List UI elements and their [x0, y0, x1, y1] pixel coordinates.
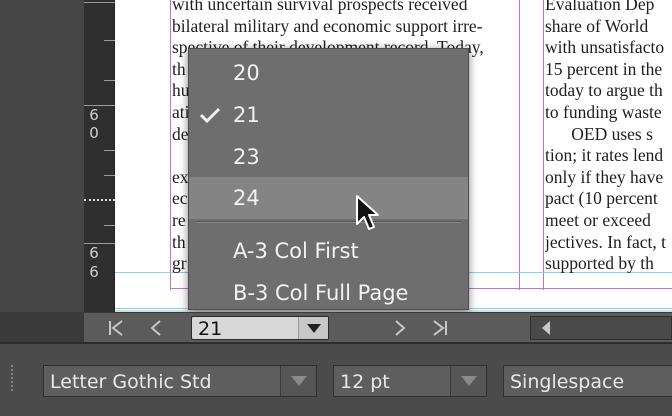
text-frame-right[interactable]: Evaluation Dep share of World with unsatis… — [545, 0, 672, 275]
column-guide — [543, 0, 544, 290]
ruler-label: 6 — [89, 106, 99, 124]
menu-separator — [197, 221, 462, 223]
text-line: pact (10 percent — [545, 188, 658, 209]
ruler-tick — [84, 2, 115, 3]
text-line: share of World — [545, 15, 649, 36]
panel-left-strip — [0, 0, 84, 312]
text-line: only if they have — [545, 166, 664, 187]
mouse-pointer-icon — [356, 195, 379, 230]
text-line: bilateral military and economic support … — [172, 15, 483, 36]
ruler-position-marker — [84, 199, 115, 201]
scroll-left-icon[interactable] — [537, 319, 555, 337]
page-dropdown-button[interactable] — [298, 317, 328, 339]
font-family-value[interactable]: Letter Gothic Std — [50, 369, 212, 395]
page-number-value[interactable]: 21 — [198, 318, 222, 340]
checkmark-icon — [199, 107, 221, 123]
panel-grip-icon[interactable] — [10, 364, 14, 392]
text-line: OED uses s — [545, 123, 653, 144]
ruler-label: 6 — [89, 263, 99, 281]
page-number-field[interactable]: 21 — [191, 316, 329, 340]
text-line: Evaluation Dep — [545, 0, 655, 14]
menu-item-master-b[interactable]: B-3 Col Full Page — [189, 273, 468, 313]
text-line: to funding waste — [545, 101, 662, 122]
last-page-icon[interactable] — [430, 318, 450, 338]
menu-item-label: A-3 Col First — [233, 239, 359, 263]
next-page-icon[interactable] — [390, 318, 410, 338]
text-line: tion; it rates lend — [545, 145, 664, 166]
font-family-field[interactable]: Letter Gothic Std — [43, 365, 317, 397]
menu-item-page-20[interactable]: 20 — [189, 53, 468, 93]
menu-item-label: 23 — [233, 145, 260, 169]
column-guide — [519, 0, 520, 290]
menu-item-label: 20 — [233, 61, 260, 85]
horizontal-scrollbar[interactable] — [530, 316, 672, 340]
text-line: supported by th — [545, 253, 654, 274]
menu-item-master-a[interactable]: A-3 Col First — [189, 231, 468, 271]
page-navigation-bar: 21 — [84, 312, 672, 342]
previous-page-icon[interactable] — [146, 318, 166, 338]
text-line: today to argue th — [545, 80, 663, 101]
first-page-icon[interactable] — [106, 318, 126, 338]
font-size-dropdown[interactable] — [450, 366, 486, 396]
menu-item-page-23[interactable]: 23 — [189, 137, 468, 177]
ruler-tick — [104, 150, 115, 151]
line-spacing-field[interactable]: Singlespace — [503, 365, 672, 397]
ruler-label: 0 — [89, 124, 99, 142]
control-panel: Letter Gothic Std 12 pt Singlespace — [0, 342, 672, 416]
ruler-tick — [104, 80, 115, 81]
menu-item-page-21[interactable]: 21 — [189, 95, 468, 135]
menu-item-label: B-3 Col Full Page — [233, 281, 409, 305]
text-line: jectives. In fact, t — [545, 231, 666, 252]
ruler-tick — [104, 175, 115, 176]
menu-item-label: 21 — [233, 103, 260, 127]
ruler-tick — [104, 40, 115, 41]
vertical-ruler[interactable]: 6 0 6 6 — [84, 0, 115, 312]
page-popup-menu[interactable]: 20 21 23 24 A-3 Col First B-3 Col Full P… — [188, 48, 469, 310]
chevron-down-icon — [307, 324, 321, 333]
text-line: with uncertain survival prospects receiv… — [172, 0, 468, 14]
text-line: meet or exceed — [545, 209, 651, 230]
ruler-tick — [104, 225, 115, 226]
font-family-dropdown[interactable] — [280, 366, 316, 396]
margin-guide — [170, 0, 171, 290]
chevron-down-icon — [291, 376, 307, 386]
font-size-value[interactable]: 12 pt — [340, 369, 390, 395]
menu-item-page-24[interactable]: 24 — [189, 177, 468, 219]
chevron-down-icon — [461, 376, 477, 386]
line-spacing-value[interactable]: Singlespace — [510, 369, 624, 395]
ruler-label: 6 — [89, 244, 99, 262]
text-line: 15 percent in the — [545, 58, 663, 79]
font-size-field[interactable]: 12 pt — [333, 365, 487, 397]
ruler-tick — [84, 243, 115, 244]
ruler-tick — [84, 105, 115, 106]
text-line: with unsatisfacto — [545, 37, 665, 58]
menu-item-label: 24 — [233, 186, 260, 210]
